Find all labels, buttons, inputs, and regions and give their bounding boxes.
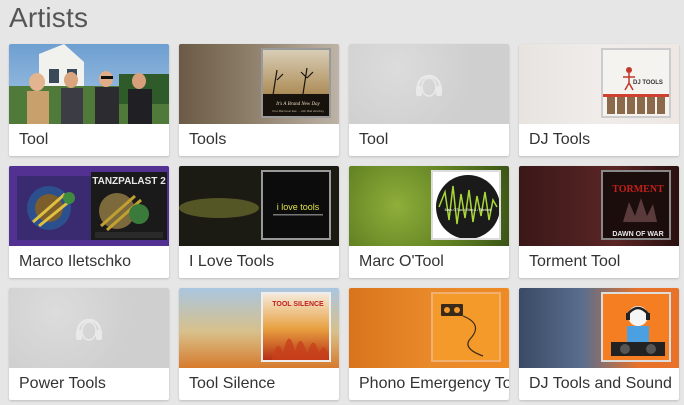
cover-title: It's A Brand New Day [275, 102, 320, 107]
cover-title: i love tools [277, 202, 320, 212]
album-cover: DJ TOOLS [601, 48, 671, 118]
artist-image: TOOL SILENCE [179, 288, 339, 368]
album-cover [431, 292, 501, 362]
album-cover [601, 292, 671, 362]
album-cover: TORMENT DAWN OF WAR [601, 170, 671, 240]
artist-name: Tools [189, 131, 227, 148]
artist-name: I Love Tools [189, 253, 275, 270]
artist-card-i-love-tools[interactable]: i love tools I Love Tools [179, 166, 339, 278]
artist-name: Phono Emergency Tool [359, 375, 509, 392]
cover-title: Marc O'Tool • Step 1 / Bartook [445, 208, 492, 212]
artist-image: i love tools [179, 166, 339, 246]
artist-card-marco-iletschko[interactable]: TANZPALAST 2 Marco Iletschko [9, 166, 169, 278]
artist-image [519, 288, 679, 368]
artist-card-phono-emergency-tool[interactable]: Phono Emergency Tool [349, 288, 509, 400]
cover-title: TOOL SILENCE [272, 301, 324, 308]
artist-name: DJ Tools [529, 131, 591, 148]
artist-name: Tool [19, 131, 49, 148]
artist-card-dj-tools-and-sound[interactable]: DJ Tools and Sound [519, 288, 679, 400]
artist-card-tools[interactable]: It's A Brand New Day Oren Barzomel feat.… [179, 44, 339, 156]
artist-card-tool-silence[interactable]: TOOL SILENCE Tool Silence [179, 288, 339, 400]
artist-name: Marc O'Tool [359, 253, 444, 270]
artist-image: Marc O'Tool • Step 1 / Bartook [349, 166, 509, 246]
headphones-icon [416, 74, 442, 97]
album-cover: It's A Brand New Day Oren Barzomel feat.… [261, 48, 331, 118]
artist-card-torment-tool[interactable]: TORMENT DAWN OF WAR Torment Tool [519, 166, 679, 278]
cover-title: TANZPALAST 2 [92, 176, 166, 187]
cover-title: TORMENT [612, 184, 664, 195]
album-cover: Marc O'Tool • Step 1 / Bartook [431, 170, 501, 240]
artist-image: DJ TOOLS [519, 44, 679, 124]
album-cover: TOOL SILENCE [261, 292, 331, 362]
artist-image-placeholder [349, 44, 509, 124]
cover-subtitle: DAWN OF WAR [612, 231, 663, 238]
artist-card-power-tools[interactable]: Power Tools [9, 288, 169, 400]
cover-title: DJ TOOLS [633, 80, 663, 86]
page-title: Artists [9, 2, 89, 33]
artist-name: Tool [359, 131, 389, 148]
artist-card-tool-2[interactable]: Tool [349, 44, 509, 156]
artist-name: Tool Silence [189, 375, 276, 392]
headphones-icon [76, 318, 102, 341]
artist-image-placeholder [9, 288, 169, 368]
artist-card-tool[interactable]: Tool [9, 44, 169, 156]
artist-image [349, 288, 509, 368]
artist-image: TORMENT DAWN OF WAR [519, 166, 679, 246]
album-cover: i love tools [261, 170, 331, 240]
artist-image: TANZPALAST 2 [9, 166, 169, 246]
artist-name: Power Tools [19, 375, 106, 392]
artist-name: Marco Iletschko [19, 253, 132, 270]
artist-name: Torment Tool [529, 253, 621, 270]
artist-card-marc-otool[interactable]: Marc O'Tool • Step 1 / Bartook Marc O'To… [349, 166, 509, 278]
cover-subtitle: Oren Barzomel feat. ... with Matt Hirsch… [272, 109, 324, 113]
artist-card-dj-tools[interactable]: DJ TOOLS DJ Tools [519, 44, 679, 156]
artist-image [9, 44, 169, 124]
artist-name: DJ Tools and Sound [529, 375, 672, 392]
artist-image: It's A Brand New Day Oren Barzomel feat.… [179, 44, 339, 124]
artist-grid: Tool It's A Brand New Day Oren Barzomel … [9, 44, 679, 400]
